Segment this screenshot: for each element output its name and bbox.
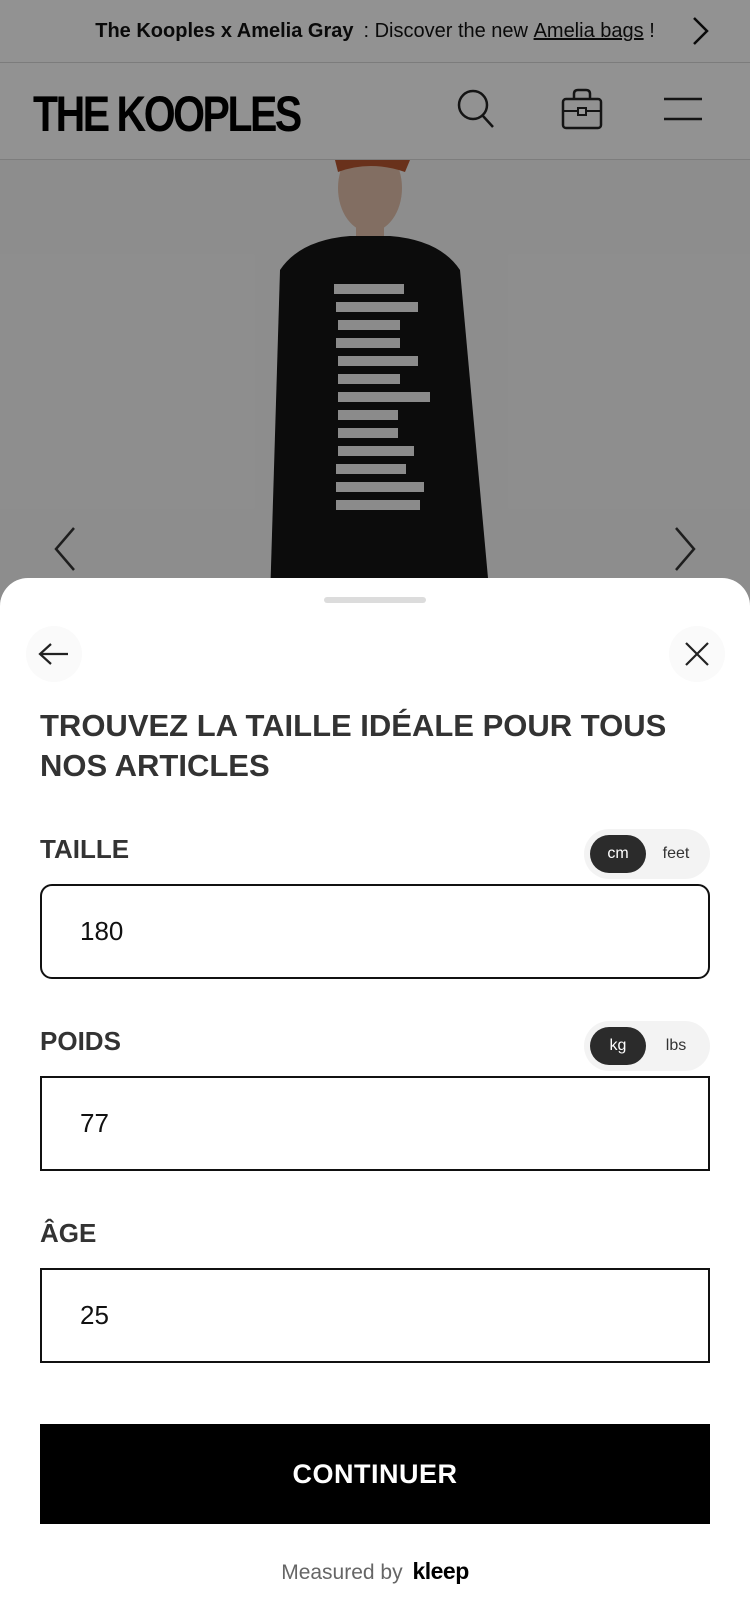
weight-unit-toggle: kg lbs [584,1021,710,1071]
size-finder-sheet: TROUVEZ LA TAILLE IDÉALE POUR TOUS NOS A… [0,578,750,1624]
age-label: ÂGE [40,1218,97,1248]
weight-label: POIDS [40,1026,121,1056]
age-input[interactable] [40,1268,710,1363]
continue-button[interactable]: CONTINUER [40,1424,710,1524]
height-unit-toggle: cm feet [584,829,710,879]
close-button[interactable] [669,626,725,682]
unit-option-cm[interactable]: cm [590,835,646,873]
unit-option-lbs[interactable]: lbs [648,1027,704,1065]
unit-option-feet[interactable]: feet [648,835,704,873]
weight-input[interactable] [40,1076,710,1171]
kleep-logo: kleep [412,1558,469,1584]
measured-by-footer: Measured by kleep [0,1558,750,1585]
close-icon [685,642,709,666]
arrow-left-icon [38,643,68,665]
sheet-drag-handle[interactable] [324,597,426,603]
back-button[interactable] [26,626,82,682]
unit-option-kg[interactable]: kg [590,1027,646,1065]
sheet-title: TROUVEZ LA TAILLE IDÉALE POUR TOUS NOS A… [40,708,667,783]
measured-by-text: Measured by [281,1561,403,1584]
height-input[interactable] [40,884,710,979]
height-label: TAILLE [40,834,130,864]
